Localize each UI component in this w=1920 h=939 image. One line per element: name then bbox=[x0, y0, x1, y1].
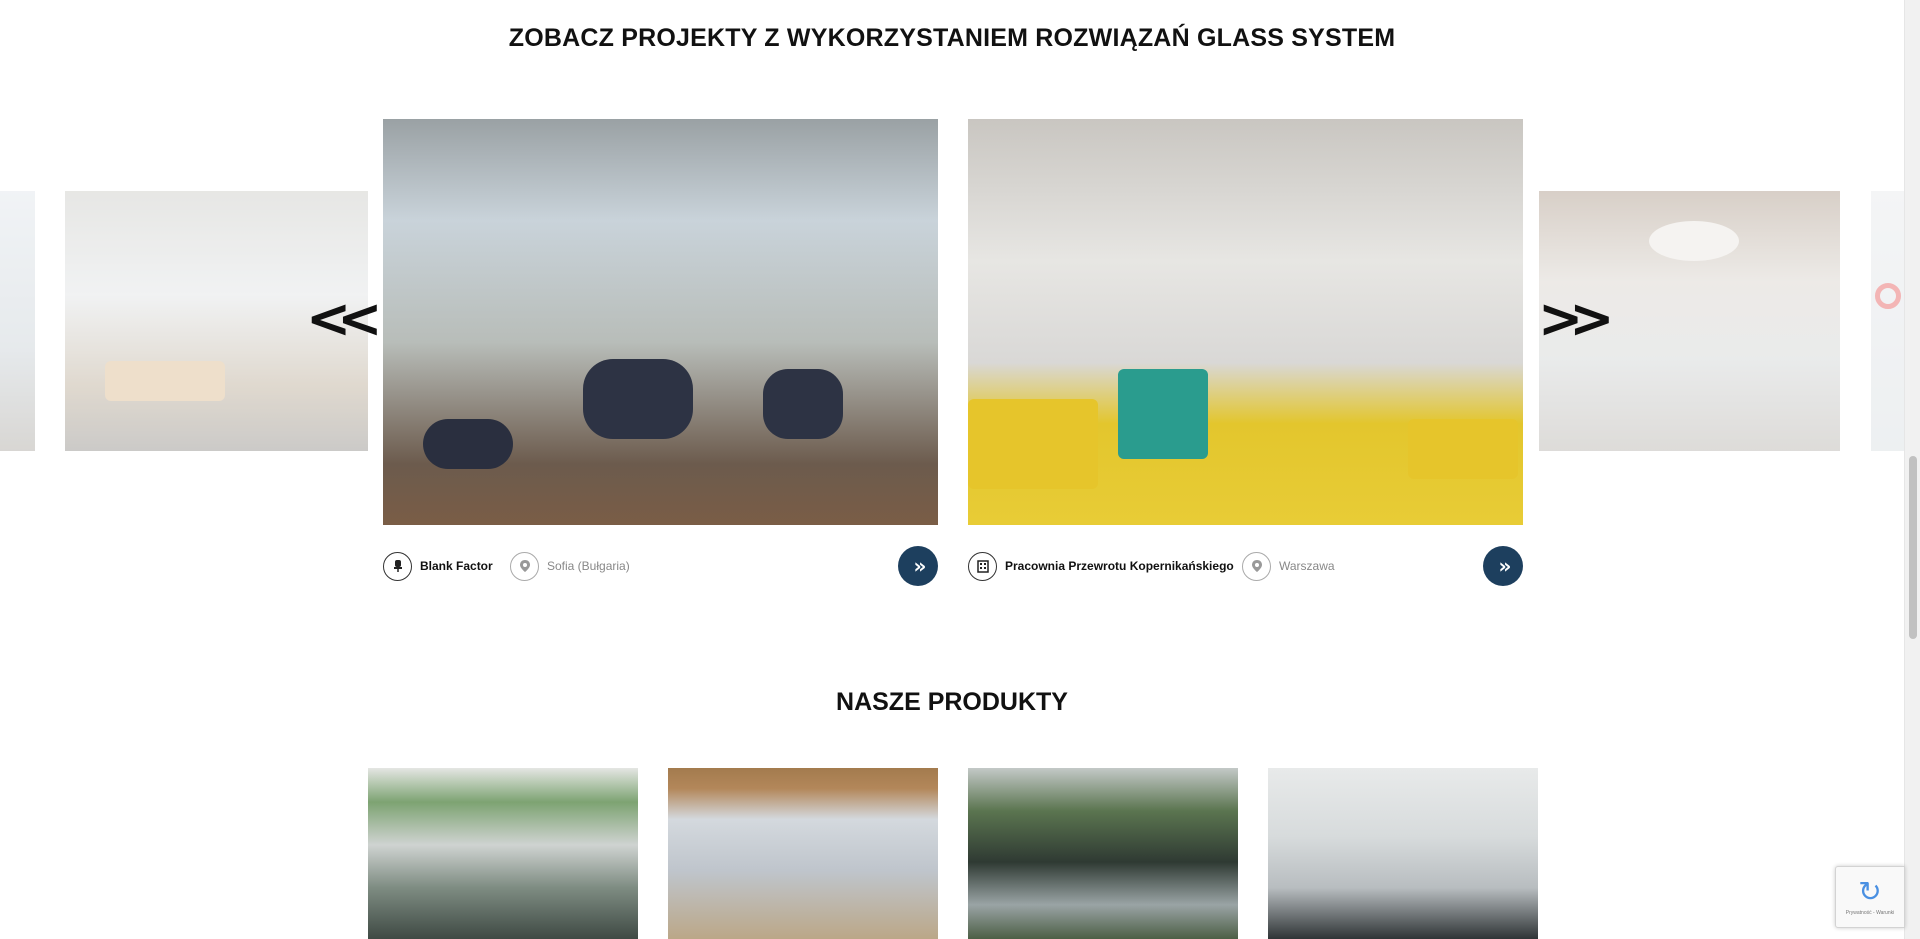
sofa-shape bbox=[968, 399, 1098, 489]
project-more-button[interactable]: » bbox=[1483, 546, 1523, 586]
pouf-shape bbox=[423, 419, 513, 469]
location-pin-icon bbox=[1242, 551, 1271, 581]
carousel-slide-pracownia[interactable] bbox=[968, 119, 1523, 525]
chair-icon bbox=[383, 551, 412, 581]
slide-caption-name: Pracownia Przewrotu Kopernikańskiego bbox=[968, 550, 1234, 582]
product-card[interactable] bbox=[1268, 768, 1538, 939]
slide-caption-name: Blank Factor bbox=[383, 550, 493, 582]
carousel-slide-far-left[interactable] bbox=[0, 191, 35, 451]
carousel-slide-blank-factor[interactable] bbox=[383, 119, 938, 525]
carousel-prev-arrow[interactable]: << bbox=[306, 292, 382, 346]
building-icon bbox=[968, 551, 997, 581]
carousel-next-arrow[interactable]: >> bbox=[1538, 292, 1614, 346]
armchair-shape bbox=[583, 359, 693, 439]
product-card[interactable] bbox=[668, 768, 938, 939]
project-more-button[interactable]: » bbox=[898, 546, 938, 586]
scrollbar-thumb[interactable] bbox=[1909, 456, 1917, 639]
armchair-shape bbox=[763, 369, 843, 439]
recaptcha-badge[interactable]: ↻ Prywatność - Warunki bbox=[1835, 866, 1905, 928]
location-pin-icon bbox=[510, 551, 539, 581]
recaptcha-terms[interactable]: Prywatność - Warunki bbox=[1846, 910, 1894, 916]
ring-shape bbox=[1875, 283, 1901, 309]
project-location: Sofia (Bułgaria) bbox=[547, 559, 630, 573]
carousel-slide-far-right[interactable] bbox=[1871, 191, 1904, 451]
products-section-title: NASZE PRODUKTY bbox=[836, 688, 1068, 716]
product-card[interactable] bbox=[968, 768, 1238, 939]
ceiling-light-shape bbox=[1649, 221, 1739, 261]
slide-caption-location: Warszawa bbox=[1242, 550, 1335, 582]
product-card[interactable] bbox=[368, 768, 638, 939]
desk-shape bbox=[105, 361, 225, 401]
recaptcha-icon: ↻ bbox=[1858, 875, 1882, 908]
projects-section-title: ZOBACZ PROJEKTY Z WYKORZYSTANIEM ROZWIĄZ… bbox=[508, 24, 1396, 52]
project-location: Warszawa bbox=[1279, 559, 1335, 573]
sofa-shape bbox=[1408, 419, 1518, 479]
slide-caption-location: Sofia (Bułgaria) bbox=[510, 550, 630, 582]
project-name[interactable]: Blank Factor bbox=[420, 559, 493, 573]
page-scrollbar[interactable] bbox=[1904, 0, 1920, 939]
project-name[interactable]: Pracownia Przewrotu Kopernikańskiego bbox=[1005, 559, 1234, 573]
armchair-shape bbox=[1118, 369, 1208, 459]
